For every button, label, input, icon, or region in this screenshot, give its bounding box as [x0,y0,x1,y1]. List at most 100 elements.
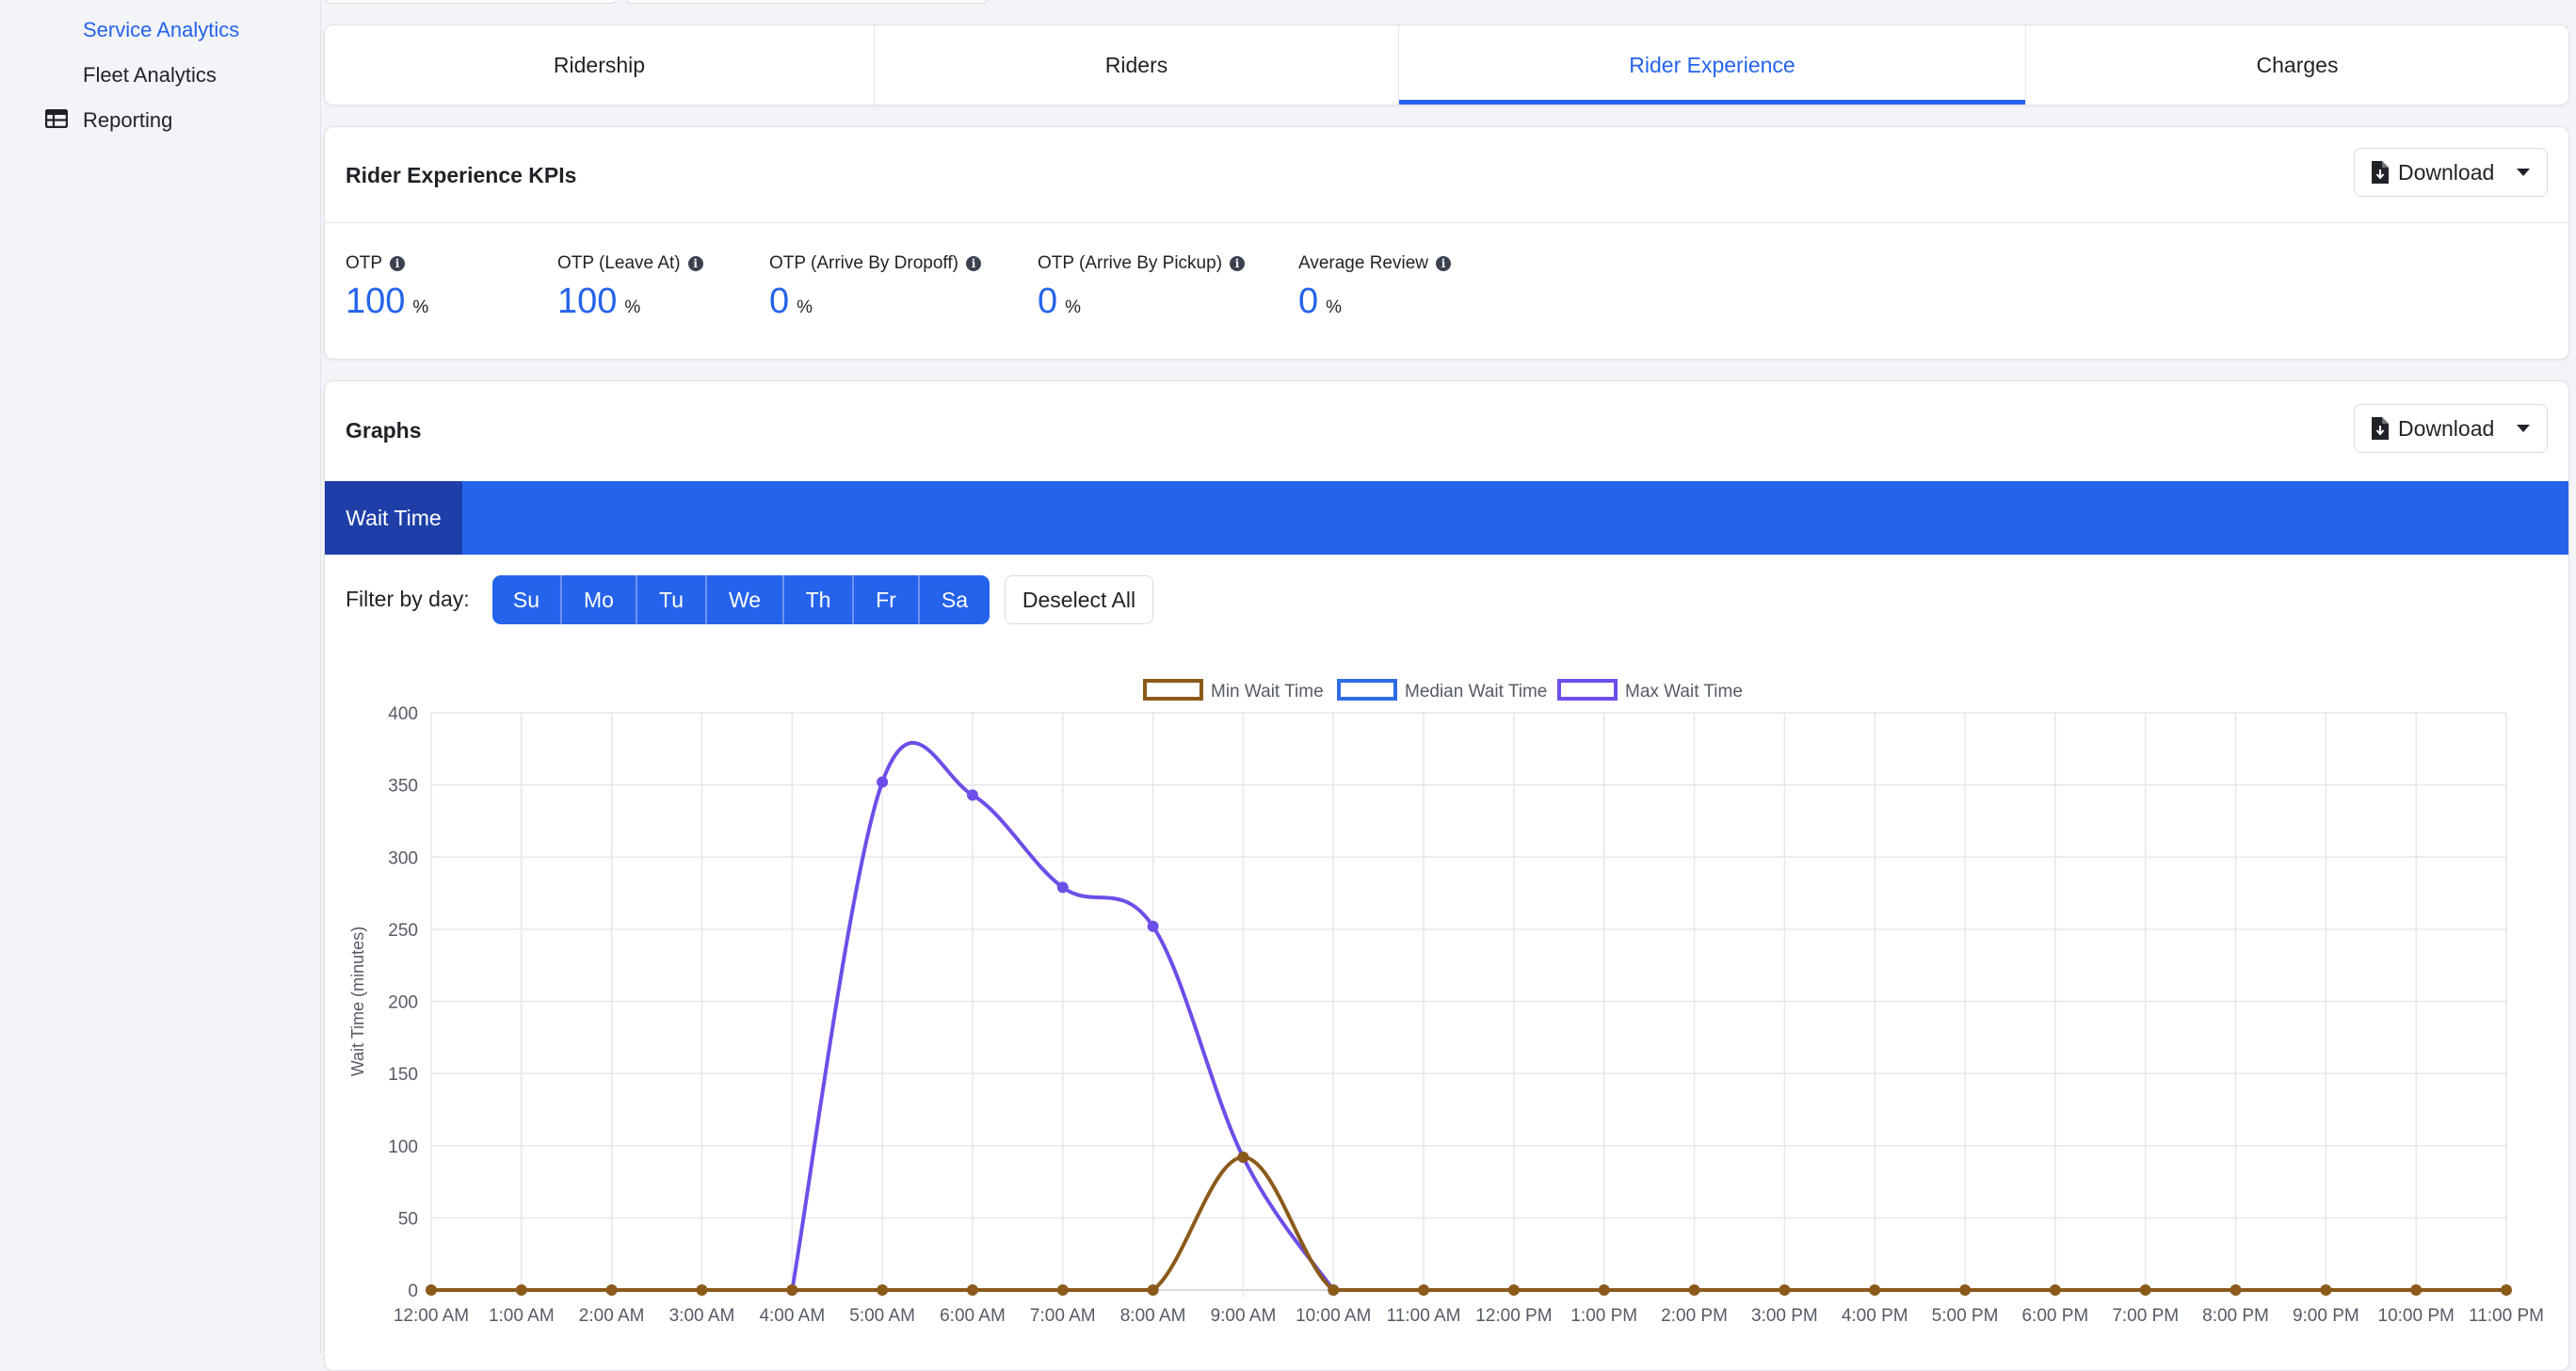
legend-swatch [1557,679,1618,701]
x-tick-label: 9:00 AM [1211,1306,1277,1326]
x-tick-label: 6:00 AM [940,1306,1006,1326]
table-icon [45,109,68,128]
kpi-label: OTP (Arrive By Pickup) [1038,253,1223,273]
x-tick-label: 11:00 PM [2469,1306,2544,1326]
legend-label: Max Wait Time [1625,682,1743,702]
tab-wait-time[interactable]: Wait Time [325,481,462,555]
data-point [2049,1284,2061,1296]
legend-swatch [1337,679,1397,701]
day-toggle-fr[interactable]: Fr [854,575,920,624]
x-tick-label: 8:00 PM [2202,1306,2269,1326]
graph-subtabs: Wait Time [325,481,2568,555]
data-point [1688,1284,1700,1296]
day-toggle-th[interactable]: Th [784,575,854,624]
caret-down-icon [2517,425,2530,432]
day-toggle-we[interactable]: We [707,575,784,624]
sidebar-item-reporting[interactable]: Reporting [83,108,172,133]
x-tick-label: 4:00 PM [1842,1306,1908,1326]
y-tick-label: 350 [388,777,418,797]
data-point [1147,1284,1159,1296]
info-icon[interactable]: i [687,256,703,271]
kpi-label: OTP (Leave At) [557,253,681,273]
data-point [1959,1284,1972,1296]
data-point [1779,1284,1791,1296]
data-point [426,1284,437,1296]
kpi-unit: % [412,298,429,317]
tab-ridership[interactable]: Ridership [325,25,875,105]
kpi-card-title: Rider Experience KPIs [346,163,577,187]
info-icon[interactable]: i [965,256,981,271]
data-point [1507,1284,1520,1296]
kpi-average-review: Average Review i 0% [1298,253,1452,322]
kpi-label: OTP (Arrive By Dropoff) [769,253,958,273]
x-tick-label: 2:00 PM [1661,1306,1728,1326]
kpi-value: 0 [769,282,790,321]
tab-riders[interactable]: Riders [875,25,1399,105]
data-point [877,776,889,788]
download-label: Download [2398,159,2495,185]
x-tick-label: 12:00 AM [394,1306,469,1326]
info-icon[interactable]: i [390,256,406,271]
y-tick-label: 300 [388,848,418,868]
legend-swatch [1143,679,1203,701]
graphs-card-title: Graphs [346,418,422,443]
legend-label: Median Wait Time [1405,682,1547,702]
day-toggle-mo[interactable]: Mo [562,575,637,624]
y-tick-label: 400 [388,704,418,724]
kpi-unit: % [1326,298,1343,317]
day-toggle-su[interactable]: Su [492,575,562,624]
file-download-icon [2372,417,2389,440]
x-tick-label: 3:00 AM [669,1306,735,1326]
x-tick-label: 1:00 PM [1570,1306,1637,1326]
divider [325,222,2568,223]
x-tick-label: 12:00 PM [1475,1306,1552,1326]
x-tick-label: 5:00 AM [849,1306,915,1326]
kpi-download-button[interactable]: Download [2354,148,2548,197]
data-point [2139,1284,2151,1296]
deselect-all-button[interactable]: Deselect All [1005,575,1153,624]
info-icon[interactable]: i [1230,256,1246,271]
kpi-unit: % [1065,298,1082,317]
kpi-card: Rider Experience KPIs Download OTP i 100%… [324,126,2569,360]
data-point [1056,1284,1069,1296]
x-tick-label: 5:00 PM [1932,1306,1999,1326]
top-control-stub[interactable] [324,0,618,4]
x-tick-label: 8:00 AM [1120,1306,1186,1326]
data-point [2230,1284,2242,1296]
x-tick-label: 6:00 PM [2021,1306,2088,1326]
day-toggle-sa[interactable]: Sa [920,575,990,624]
tab-rider-experience[interactable]: Rider Experience [1399,25,2026,105]
x-tick-label: 7:00 AM [1030,1306,1096,1326]
graphs-download-button[interactable]: Download [2354,404,2548,453]
kpi-value: 0 [1298,282,1319,321]
sidebar: Service Analytics Fleet Analytics Report… [0,0,321,1354]
top-control-stub[interactable] [625,0,989,4]
wait-time-chart: 0 50 100 150 200 250 300 350 400 12:00 AM 1:00 AM 2… [348,679,2544,1326]
sidebar-item-fleet-analytics[interactable]: Fleet Analytics [83,63,217,88]
info-icon[interactable]: i [1436,256,1452,271]
data-point [696,1284,708,1296]
file-download-icon [2372,161,2389,184]
y-tick-label: 150 [388,1065,418,1085]
x-tick-label: 7:00 PM [2112,1306,2179,1326]
x-tick-label: 2:00 AM [579,1306,645,1326]
kpi-label: Average Review [1298,253,1429,273]
data-point [2501,1284,2512,1296]
day-toggle-tu[interactable]: Tu [637,575,707,624]
data-point [1147,920,1159,932]
legend-label: Min Wait Time [1211,682,1324,702]
data-point [1237,1152,1249,1164]
sidebar-item-service-analytics[interactable]: Service Analytics [83,18,239,42]
data-point [1418,1284,1430,1296]
tab-charges[interactable]: Charges [2026,25,2568,105]
y-axis-label: Wait Time (minutes) [348,927,367,1076]
x-tick-label: 10:00 PM [2378,1306,2455,1326]
y-tick-label: 0 [408,1282,418,1301]
data-point [786,1284,798,1296]
data-point [877,1284,889,1296]
y-tick-label: 100 [388,1137,418,1157]
data-point [1056,881,1069,894]
kpi-unit: % [797,298,813,317]
day-filter-group: Su Mo Tu We Th Fr Sa [492,575,990,624]
kpi-otp: OTP i 100% [346,253,428,322]
